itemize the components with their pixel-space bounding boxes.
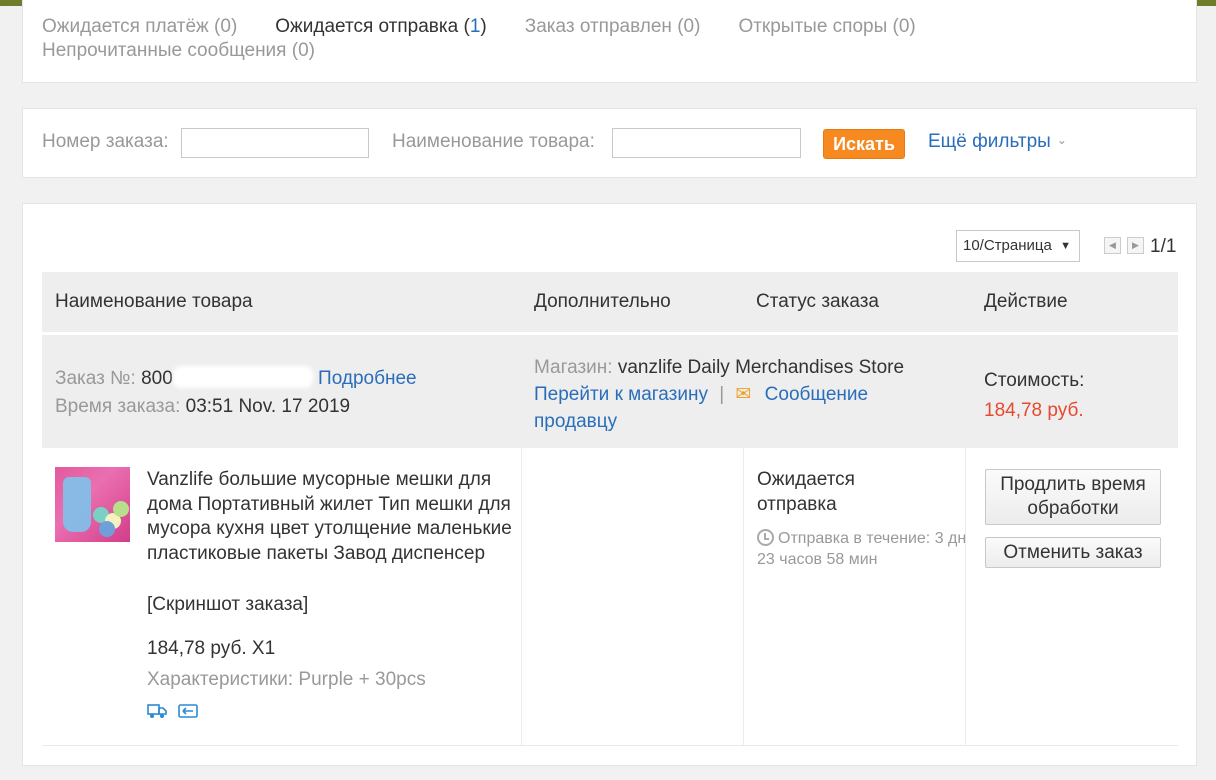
envelope-icon: ✉ <box>735 384 752 405</box>
product-thumbnail[interactable] <box>55 467 130 542</box>
order-cost-value: 184,78 руб. <box>984 400 1084 421</box>
column-divider <box>743 448 744 745</box>
order-number: Заказ №: 800 Подробнее <box>55 366 417 389</box>
order-status-text: Ожидается отправка <box>757 469 855 515</box>
order-summary-row: Заказ №: 800 Подробнее Время заказа: 03:… <box>42 335 1178 448</box>
prev-page-icon[interactable]: ◀ <box>1104 237 1121 254</box>
shipping-countdown: Отправка в течение: 3 дн 23 часов 58 мин <box>757 529 967 568</box>
per-page-select[interactable]: 10/Страница ▼ <box>956 230 1080 262</box>
tab-unread-messages[interactable]: Непрочитанные сообщения (0) <box>42 39 315 63</box>
order-time: Время заказа: 03:51 Nov. 17 2019 <box>55 396 351 417</box>
order-status-tabs-panel: Ожидается платёж (0) Ожидается отправка (… <box>22 0 1197 83</box>
cancel-order-button[interactable]: Отменить заказ <box>985 537 1161 568</box>
order-cost: Стоимость: 184,78 руб. <box>984 370 1085 421</box>
order-item-row: Vanzlife большие мусорные мешки для дома… <box>42 448 1178 746</box>
tab-open-disputes[interactable]: Открытые споры (0) <box>738 15 915 39</box>
redacted-order-number <box>172 366 313 388</box>
order-snapshot-link[interactable]: [Скриншот заказа] <box>147 594 308 616</box>
column-divider <box>521 448 522 745</box>
column-header-status: Статус заказа <box>756 291 879 312</box>
order-status-tabs: Ожидается платёж (0) Ожидается отправка (… <box>42 15 1162 63</box>
column-header-action: Действие <box>984 291 1068 312</box>
store-name: vanzlife Daily Merchandises Store <box>617 357 905 378</box>
tab-order-shipped[interactable]: Заказ отправлен (0) <box>525 15 701 39</box>
order-search-panel: Номер заказа: Наименование товара: Искат… <box>22 108 1197 178</box>
product-specs: Характеристики: Purple + 30pcs <box>147 669 426 690</box>
clock-icon <box>757 529 774 546</box>
go-to-store-link[interactable]: Перейти к магазину <box>534 384 708 405</box>
column-header-product: Наименование товара <box>55 291 253 312</box>
column-header-additional: Дополнительно <box>534 291 671 312</box>
search-button[interactable]: Искать <box>823 129 905 159</box>
order-details-link[interactable]: Подробнее <box>318 368 417 389</box>
return-policy-icon[interactable] <box>178 703 198 719</box>
product-price-quantity: 184,78 руб. X1 <box>147 638 276 659</box>
shipping-truck-icon[interactable] <box>147 703 167 719</box>
dropdown-arrow-icon: ▼ <box>1060 240 1071 252</box>
tab-awaiting-payment[interactable]: Ожидается платёж (0) <box>42 15 237 39</box>
store-info: Магазин: vanzlife Daily Merchandises Sto… <box>534 357 905 432</box>
more-filters-link[interactable]: Ещё фильтры ⌄ <box>928 131 1067 153</box>
next-page-icon[interactable]: ▶ <box>1127 237 1144 254</box>
orders-table-header: Наименование товара Дополнительно Статус… <box>42 272 1178 332</box>
tab-awaiting-shipment[interactable]: Ожидается отправка (1) <box>275 15 486 39</box>
order-number-label: Номер заказа: <box>42 131 169 152</box>
extend-processing-time-button[interactable]: Продлить время обработки <box>985 469 1161 525</box>
column-divider <box>965 448 966 745</box>
product-name-input[interactable] <box>612 128 801 158</box>
orders-panel: 10/Страница ▼ ◀ ▶ 1/1 Наименование товара… <box>22 203 1197 766</box>
page-indicator: 1/1 <box>1150 236 1177 257</box>
product-title-link[interactable]: Vanzlife большие мусорные мешки для дома… <box>147 468 517 566</box>
order-number-input[interactable] <box>181 128 369 158</box>
product-name-label: Наименование товара: <box>392 131 595 152</box>
chevron-down-icon: ⌄ <box>1056 133 1067 147</box>
